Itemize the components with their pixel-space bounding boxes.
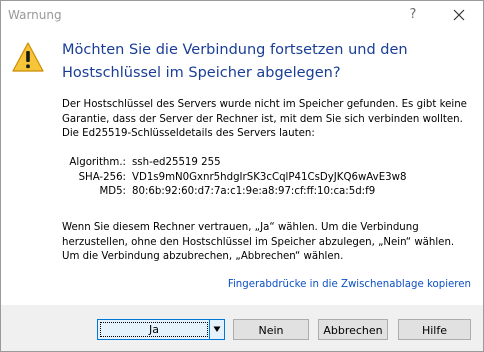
yes-split-button[interactable]: Ja: [97, 319, 225, 340]
window-title: Warnung: [8, 8, 62, 22]
detail-value: VD1s9mN0Gxnr5hdgIrSK3cCqlP41CsDyJKQ6wAvE…: [132, 171, 407, 183]
button-bar: Ja Nein Abbrechen Hilfe: [1, 305, 483, 351]
copy-fingerprints-link[interactable]: Fingerabdrücke in die Zwischenablage kop…: [228, 279, 471, 290]
info-paragraph: Der Hostschlüssel des Servers wurde nich…: [62, 98, 476, 142]
help-button[interactable]: Hilfe: [398, 319, 471, 340]
warning-dialog: Warnung ? Möchten Sie die Verbindung for…: [0, 0, 484, 352]
detail-value: ssh-ed25519 255: [132, 157, 221, 168]
yes-dropdown-toggle[interactable]: [209, 320, 224, 339]
detail-label: SHA-256:: [78, 171, 126, 183]
instruction-line: Wenn Sie diesem Rechner vertrauen, „Ja“ …: [62, 222, 419, 233]
close-button[interactable]: [449, 5, 469, 25]
cancel-button[interactable]: Abbrechen: [318, 319, 388, 340]
help-title-button[interactable]: ?: [405, 6, 421, 24]
detail-label: MD5:: [99, 186, 126, 197]
close-icon: [453, 9, 465, 21]
detail-label: Algorithm.:: [69, 157, 126, 168]
dialog-heading: Möchten Sie die Verbindung fortsetzen un…: [62, 42, 408, 81]
warning-triangle-icon: [12, 42, 44, 72]
dropdown-arrow-icon: [213, 326, 221, 332]
instruction-line: herzustellen, ohne den Hostschlüssel im …: [62, 236, 455, 248]
info-line: Garantie, dass der Server der Rechner is…: [62, 113, 463, 125]
instruction-line: Um die Verbindung abzubrechen, „Abbreche…: [62, 251, 344, 262]
title-bar: Warnung ?: [1, 1, 483, 30]
no-button[interactable]: Nein: [233, 319, 309, 340]
focus-rectangle: [100, 322, 208, 337]
info-line: Die Ed25519-Schlüsseldetails des Servers…: [62, 128, 315, 139]
instruction-paragraph: Wenn Sie diesem Rechner vertrauen, „Ja“ …: [62, 221, 476, 265]
detail-value: 80:6b:92:60:d7:7a:c1:9e:a8:97:cf:ff:10:c…: [132, 186, 376, 197]
info-line: Der Hostschlüssel des Servers wurde nich…: [62, 99, 467, 110]
